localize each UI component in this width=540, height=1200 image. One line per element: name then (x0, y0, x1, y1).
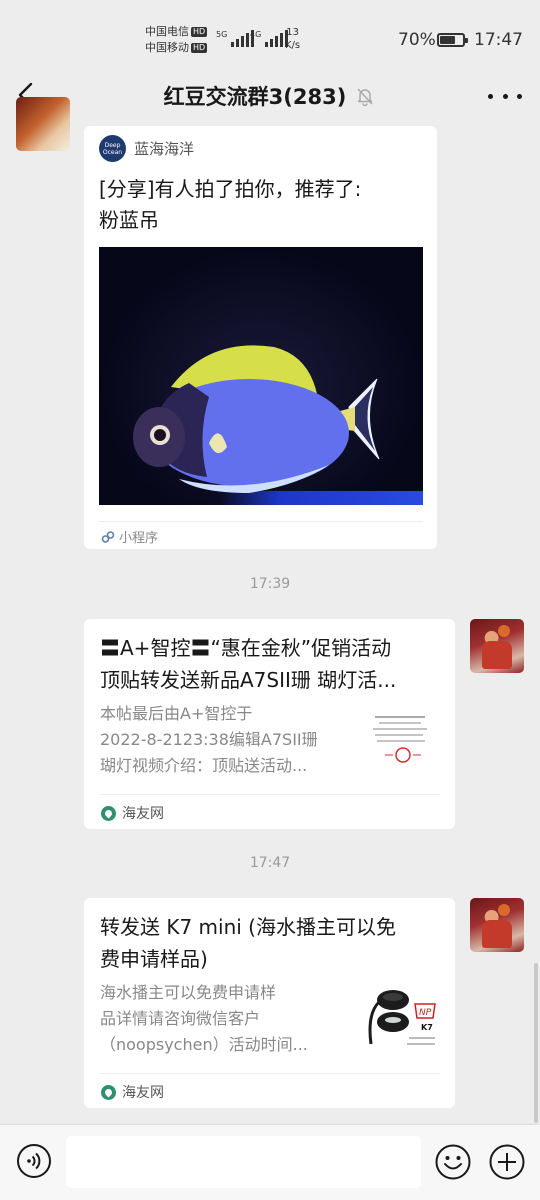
mini-program-title-line: [分享]有人拍了拍你，推荐了: (99, 177, 362, 201)
mini-program-title-line: 粉蓝吊 (99, 208, 159, 232)
link-thumbnail: NP K7 (365, 984, 439, 1056)
mini-program-divider (99, 521, 423, 522)
link-divider (100, 1073, 440, 1074)
link-desc-line: 本帖最后由A+智控于 (100, 704, 253, 723)
plus-circle-icon (489, 1144, 525, 1180)
carrier-1-label: 中国电信 (145, 25, 189, 38)
signal-4g-tag: 4G (250, 30, 262, 39)
timestamp: 17:39 (249, 576, 291, 592)
scrollbar[interactable] (534, 963, 538, 1123)
hd-badge: HD (191, 27, 208, 37)
chat-title: 红豆交流群3(283) (163, 85, 347, 109)
bell-off-icon (357, 88, 373, 107)
hd-badge: HD (191, 43, 208, 53)
link-title: 〓A+智控〓“惠在金秋”促销活动 顶贴转发送新品A7SII珊 瑚灯活... (100, 632, 442, 696)
emoji-icon (435, 1144, 471, 1180)
link-footer: 海友网 (101, 1082, 164, 1102)
mini-program-footer-label: 小程序 (119, 531, 159, 546)
my-avatar[interactable] (470, 619, 524, 673)
link-source: 海友网 (122, 1085, 164, 1101)
link-desc-line: 海水播主可以免费申请样 (100, 983, 277, 1002)
link-card[interactable]: 转发送 K7 mini (海水播主可以免 费申请样品) 海水播主可以免费申请样 … (84, 898, 455, 1108)
link-thumbnail (365, 707, 439, 779)
emoji-button[interactable] (434, 1143, 472, 1181)
battery-percent: 70% (398, 30, 436, 50)
my-avatar[interactable] (470, 898, 524, 952)
timestamp: 17:47 (249, 855, 291, 871)
mini-program-header: Deep Ocean 蓝海海洋 (99, 135, 194, 162)
link-title-line: 费申请样品) (100, 947, 208, 971)
link-card[interactable]: 〓A+智控〓“惠在金秋”促销活动 顶贴转发送新品A7SII珊 瑚灯活... 本帖… (84, 619, 455, 829)
source-logo-icon (101, 805, 116, 821)
chat-title-wrap: 红豆交流群3(283) (0, 81, 540, 111)
link-title-line: 转发送 K7 mini (海水播主可以免 (100, 915, 396, 939)
more-functions-button[interactable] (488, 1143, 526, 1181)
input-bar (0, 1124, 540, 1200)
mini-program-card[interactable]: Deep Ocean 蓝海海洋 [分享]有人拍了拍你，推荐了: 粉蓝吊 小程序 (84, 126, 437, 549)
chat-header: 红豆交流群3(283) (0, 70, 540, 120)
voice-icon (17, 1144, 51, 1178)
link-desc-line: （noopsychen）活动时间... (100, 1035, 308, 1054)
link-description: 海水播主可以免费申请样 品详情请咨询微信客户 （noopsychen）活动时间.… (100, 980, 356, 1058)
link-title: 转发送 K7 mini (海水播主可以免 费申请样品) (100, 911, 442, 975)
fish-photo (99, 247, 423, 505)
signal-5g-icon: 5G (216, 30, 255, 47)
source-logo-icon (101, 1084, 116, 1100)
mini-program-icon (101, 530, 115, 543)
svg-text:NP: NP (419, 1008, 432, 1018)
battery-icon (437, 33, 468, 47)
more-button[interactable] (488, 86, 522, 106)
voice-button[interactable] (16, 1143, 52, 1179)
carrier-2-label: 中国移动 (145, 41, 189, 54)
status-bar: 中国电信 HD 中国移动 HD 5G 4G 13 K/s 70% 17:47 (0, 0, 540, 70)
mini-program-logo: Deep Ocean (99, 135, 126, 162)
message-input[interactable] (66, 1136, 421, 1188)
status-clock: 17:47 (474, 30, 523, 50)
link-description: 本帖最后由A+智控于 2022-8-2123:38编辑A7SII珊 瑚灯视频介绍… (100, 701, 356, 779)
link-source: 海友网 (122, 806, 164, 822)
link-desc-line: 2022-8-2123:38编辑A7SII珊 (100, 730, 318, 749)
net-speed-unit: K/s (285, 40, 301, 51)
mini-program-source: 蓝海海洋 (134, 140, 195, 158)
link-title-line: 〓A+智控〓“惠在金秋”促销活动 (100, 636, 392, 660)
more-dots-icon (488, 93, 493, 99)
link-desc-line: 品详情请咨询微信客户 (100, 1009, 261, 1028)
thumb-caption: K7 (421, 1023, 433, 1032)
net-speed: 13 K/s (285, 26, 300, 52)
link-footer: 海友网 (101, 803, 164, 823)
mini-program-title: [分享]有人拍了拍你，推荐了: 粉蓝吊 (99, 174, 419, 236)
link-title-line: 顶贴转发送新品A7SII珊 瑚灯活... (100, 668, 397, 692)
link-desc-line: 瑚灯视频介绍：顶贴送活动... (100, 756, 308, 775)
signal-5g-tag: 5G (216, 30, 228, 39)
net-speed-value: 13 (286, 27, 299, 38)
sender-avatar[interactable] (16, 97, 70, 151)
mini-program-footer: 小程序 (101, 527, 158, 546)
carrier-info: 中国电信 HD 中国移动 HD (145, 24, 208, 56)
link-divider (100, 794, 440, 795)
signal-4g-icon: 4G (250, 30, 289, 47)
